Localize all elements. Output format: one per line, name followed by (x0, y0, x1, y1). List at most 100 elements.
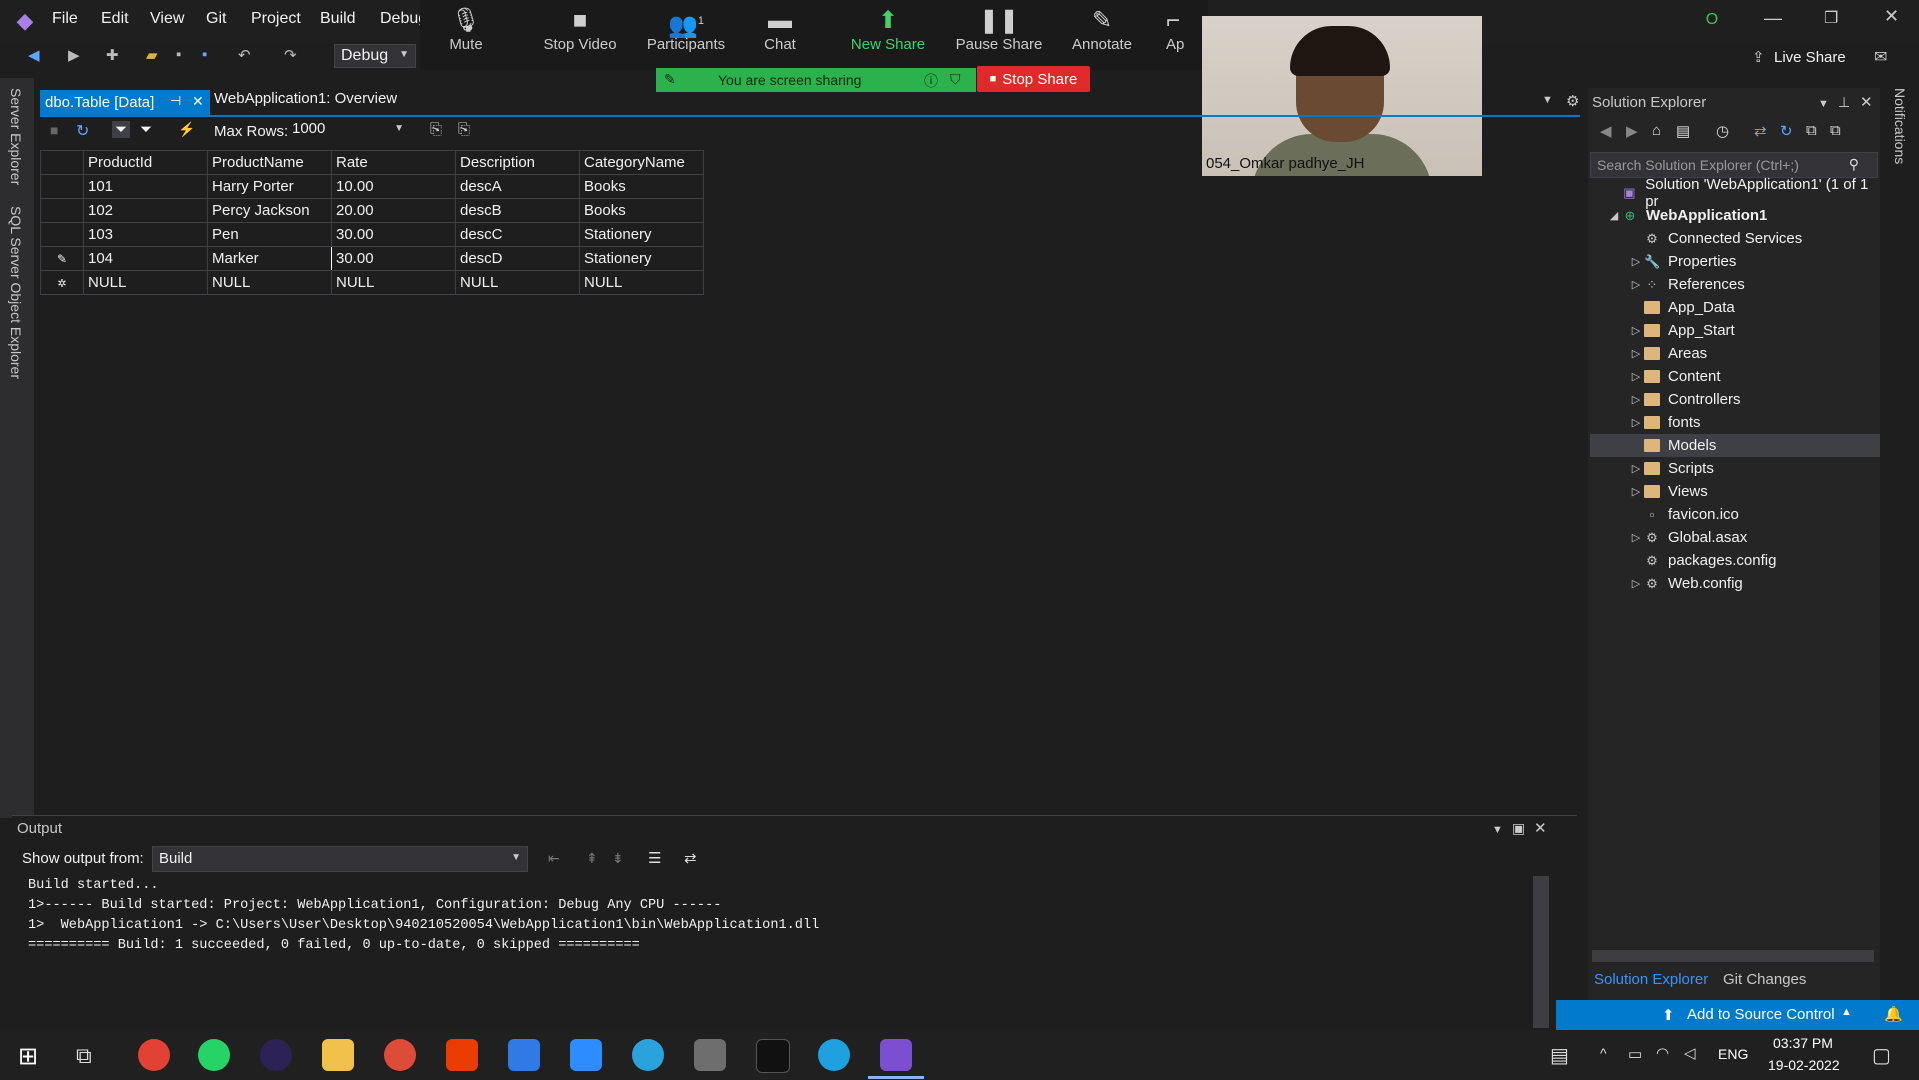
forward-icon[interactable]: ▶ (68, 46, 88, 66)
row-selector[interactable] (40, 222, 84, 247)
forward-icon[interactable]: ▶ (1626, 122, 1638, 140)
prev-message-icon[interactable]: ⇞ (586, 850, 598, 867)
cell[interactable]: 30.00 (331, 246, 456, 271)
menu-file[interactable]: File (52, 10, 78, 28)
sql-server-object-explorer-tab[interactable]: SQL Server Object Explorer (8, 206, 24, 379)
zoom-icon[interactable] (570, 1039, 602, 1071)
sort-filter-icon[interactable]: ⏷ (112, 121, 131, 138)
participants-button[interactable]: 👥1 Participants (634, 6, 738, 53)
tree-item-areas[interactable]: ▷ Areas (1590, 342, 1880, 365)
info-icon[interactable]: ⓘ (924, 71, 938, 91)
tree-item-web-config[interactable]: ▷ ⚙ Web.config (1590, 572, 1880, 595)
expand-icon[interactable]: ▷ (1628, 393, 1644, 406)
apps-button[interactable]: ⌐ Ap (1166, 6, 1206, 53)
cell[interactable]: 101 (83, 174, 208, 199)
menu-build[interactable]: Build (320, 10, 356, 28)
mute-button[interactable]: 🎙 Mute (416, 6, 516, 53)
expand-icon[interactable]: ▷ (1628, 462, 1644, 475)
tab-list-dropdown-icon[interactable]: ▼ (1542, 94, 1553, 106)
live-share-icon[interactable]: ⇪ (1752, 48, 1765, 66)
expand-icon[interactable]: ▷ (1628, 324, 1644, 337)
tree-item-fonts[interactable]: ▷ fonts (1590, 411, 1880, 434)
next-message-icon[interactable]: ⇟ (612, 850, 624, 867)
tree-item-app-start[interactable]: ▷ App_Start (1590, 319, 1880, 342)
live-share-button[interactable]: Live Share (1774, 49, 1846, 66)
cell[interactable]: 104 (83, 246, 208, 271)
news-widget-icon[interactable]: ▤ (1550, 1043, 1569, 1068)
filter-icon[interactable]: ⏷ (140, 121, 152, 138)
chat-button[interactable]: ▬ Chat (740, 6, 820, 53)
show-all-files-icon[interactable]: ⧉ (1830, 122, 1841, 139)
undo-icon[interactable]: ↶ (238, 46, 258, 66)
camera-icon[interactable] (694, 1039, 726, 1071)
language-indicator[interactable]: ENG (1718, 1046, 1748, 1062)
output-source-dropdown[interactable]: Build ▼ (152, 846, 528, 872)
wifi-icon[interactable]: ◠ (1656, 1044, 1669, 1062)
expand-icon[interactable]: ▷ (1628, 370, 1644, 383)
menu-edit[interactable]: Edit (101, 10, 129, 28)
battery-icon[interactable]: ▭ (1628, 1045, 1642, 1063)
back-icon[interactable]: ◀ (28, 46, 48, 66)
new-project-icon[interactable]: ✚ (106, 46, 126, 66)
server-explorer-tab[interactable]: Server Explorer (8, 88, 24, 185)
cell[interactable]: Stationery (579, 246, 704, 271)
se-dropdown-icon[interactable]: ▼ (1818, 98, 1829, 110)
cell[interactable]: Books (579, 174, 704, 199)
column-header-categoryname[interactable]: CategoryName (579, 150, 704, 175)
tree-item-views[interactable]: ▷ Views (1590, 480, 1880, 503)
script-data-icon[interactable]: ⎘ (430, 121, 442, 138)
cell[interactable]: Books (579, 198, 704, 223)
tree-item-controllers[interactable]: ▷ Controllers (1590, 388, 1880, 411)
tree-item-favicon[interactable]: ▫ favicon.ico (1590, 503, 1880, 526)
stop-query-icon[interactable]: ■ (50, 122, 58, 138)
expand-icon[interactable]: ▷ (1628, 416, 1644, 429)
refresh-icon[interactable]: ↻ (1780, 122, 1793, 140)
tab-overview[interactable]: WebApplication1: Overview (214, 90, 397, 107)
restore-icon[interactable]: ❐ (1824, 8, 1838, 28)
whatsapp-icon[interactable] (198, 1039, 230, 1071)
add-to-source-control-button[interactable]: Add to Source Control (1687, 1006, 1835, 1023)
stop-share-button[interactable]: ■ Stop Share (977, 66, 1090, 92)
open-icon[interactable]: ▰ (146, 46, 166, 66)
table-row[interactable]: 103 Pen 30.00 descC Stationery (40, 222, 704, 247)
script-icon[interactable]: ⚡ (178, 121, 195, 138)
menu-view[interactable]: View (150, 10, 184, 28)
eclipse-icon[interactable] (260, 1039, 292, 1071)
chevron-up-icon[interactable]: ▲ (1841, 1006, 1852, 1018)
find-message-icon[interactable]: ⇤ (548, 850, 560, 867)
tab-solution-explorer[interactable]: Solution Explorer (1594, 971, 1708, 988)
cell[interactable]: NULL (207, 270, 332, 295)
column-header-productid[interactable]: ProductId (83, 150, 208, 175)
tree-item-packages-config[interactable]: ⚙ packages.config (1590, 549, 1880, 572)
expand-icon[interactable]: ▷ (1628, 347, 1644, 360)
expand-icon[interactable]: ▷ (1628, 255, 1644, 268)
cell[interactable]: 103 (83, 222, 208, 247)
solution-configuration-dropdown[interactable]: Debug ▼ (334, 44, 416, 68)
tree-item-references[interactable]: ▷ ⁘ References (1590, 273, 1880, 296)
visual-studio-taskbar-icon[interactable] (880, 1039, 912, 1071)
clear-all-icon[interactable]: ☰ (648, 849, 661, 867)
tab-table-data[interactable]: dbo.Table [Data] ⊣ ✕ (40, 90, 210, 116)
cell[interactable]: Pen (207, 222, 332, 247)
max-rows-dropdown[interactable]: 1000 ▼ (292, 120, 410, 144)
output-scrollbar[interactable] (1533, 876, 1549, 1028)
save-icon[interactable]: ▪ (176, 46, 196, 66)
cell[interactable]: descB (455, 198, 580, 223)
cell[interactable]: 30.00 (331, 222, 456, 247)
table-row[interactable]: 101 Harry Porter 10.00 descA Books (40, 174, 704, 199)
action-center-icon[interactable]: ▢ (1872, 1043, 1891, 1068)
expand-icon[interactable]: ▷ (1628, 577, 1644, 590)
minimize-icon[interactable]: — (1764, 8, 1782, 29)
cell[interactable]: Harry Porter (207, 174, 332, 199)
tree-item-content[interactable]: ▷ Content (1590, 365, 1880, 388)
new-share-button[interactable]: ⬆ New Share (838, 6, 938, 53)
row-selector-new[interactable]: ✲ (40, 270, 84, 295)
tree-item-models[interactable]: Models (1590, 434, 1880, 457)
clock-date[interactable]: 19-02-2022 (1768, 1057, 1840, 1073)
cell[interactable]: NULL (331, 270, 456, 295)
clock-time[interactable]: 03:37 PM (1773, 1035, 1833, 1051)
sync-icon[interactable]: ⇄ (1754, 122, 1767, 140)
cell[interactable]: 20.00 (331, 198, 456, 223)
cell[interactable]: Percy Jackson (207, 198, 332, 223)
table-row[interactable]: 102 Percy Jackson 20.00 descB Books (40, 198, 704, 223)
